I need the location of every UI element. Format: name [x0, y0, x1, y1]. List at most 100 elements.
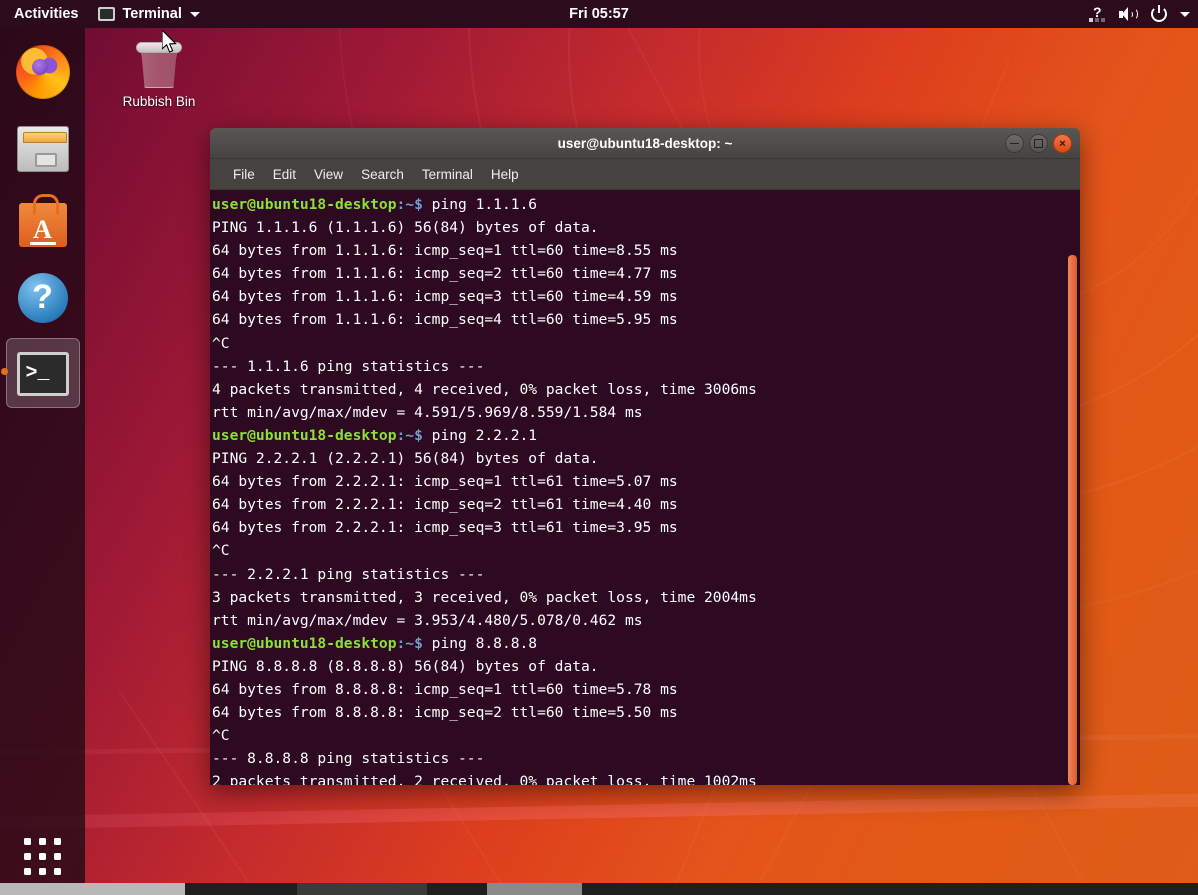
terminal-line: PING 1.1.1.6 (1.1.1.6) 56(84) bytes of d…	[212, 216, 1065, 239]
chevron-down-icon	[1180, 12, 1190, 17]
terminal-line: 2 packets transmitted, 2 received, 0% pa…	[212, 770, 1065, 785]
terminal-command: ping 8.8.8.8	[423, 635, 537, 652]
network-icon: ?	[1089, 7, 1106, 22]
desktop: Activities Terminal Fri 05:57 ?	[0, 0, 1198, 895]
terminal-prompt-path: :~$	[397, 427, 423, 444]
dock-item-list: A ? >_	[0, 28, 85, 409]
terminal-line: 64 bytes from 1.1.1.6: icmp_seq=4 ttl=60…	[212, 308, 1065, 331]
close-button[interactable]: ×	[1053, 134, 1072, 153]
menu-help[interactable]: Help	[482, 164, 528, 185]
volume-icon	[1119, 7, 1138, 22]
terminal-output-text: ^C	[212, 542, 230, 559]
terminal-line: user@ubuntu18-desktop:~$ ping 1.1.1.6	[212, 193, 1065, 216]
terminal-prompt-user: user@ubuntu18-desktop	[212, 427, 397, 444]
terminal-body: user@ubuntu18-desktop:~$ ping 1.1.1.6PIN…	[210, 190, 1080, 785]
terminal-line: PING 8.8.8.8 (8.8.8.8) 56(84) bytes of d…	[212, 655, 1065, 678]
terminal-output-text: 64 bytes from 2.2.2.1: icmp_seq=3 ttl=61…	[212, 519, 678, 536]
terminal-icon: >_	[17, 352, 69, 396]
terminal-line: 3 packets transmitted, 3 received, 0% pa…	[212, 586, 1065, 609]
rubbish-bin-label: Rubbish Bin	[113, 94, 205, 109]
files-icon	[17, 126, 69, 172]
desktop-icon-rubbish-bin[interactable]: Rubbish Bin	[113, 32, 205, 109]
window-controls: ×	[1005, 134, 1072, 153]
terminal-output-text: 64 bytes from 1.1.1.6: icmp_seq=3 ttl=60…	[212, 288, 678, 305]
window-titlebar[interactable]: user@ubuntu18-desktop: ~ ×	[210, 128, 1080, 159]
dock-item-terminal[interactable]: >_	[0, 334, 85, 409]
terminal-output-text: 64 bytes from 8.8.8.8: icmp_seq=2 ttl=60…	[212, 704, 678, 721]
dock-item-firefox[interactable]	[0, 34, 85, 109]
terminal-line: 64 bytes from 8.8.8.8: icmp_seq=2 ttl=60…	[212, 701, 1065, 724]
activities-label: Activities	[14, 6, 78, 22]
minimize-button[interactable]	[1005, 134, 1024, 153]
chevron-down-icon	[190, 12, 200, 17]
terminal-output-text: PING 8.8.8.8 (8.8.8.8) 56(84) bytes of d…	[212, 658, 599, 675]
terminal-output-text: 64 bytes from 1.1.1.6: icmp_seq=2 ttl=60…	[212, 265, 678, 282]
terminal-prompt-user: user@ubuntu18-desktop	[212, 635, 397, 652]
terminal-command: ping 1.1.1.6	[423, 196, 537, 213]
menu-terminal[interactable]: Terminal	[413, 164, 482, 185]
firefox-icon	[16, 45, 70, 99]
dock: A ? >_	[0, 28, 85, 895]
terminal-window: user@ubuntu18-desktop: ~ × File Edit Vie…	[210, 128, 1080, 785]
app-menu-label: Terminal	[122, 6, 181, 22]
terminal-line: user@ubuntu18-desktop:~$ ping 2.2.2.1	[212, 424, 1065, 447]
terminal-line: --- 2.2.2.1 ping statistics ---	[212, 563, 1065, 586]
system-indicators[interactable]: ?	[1089, 0, 1190, 28]
terminal-line: 4 packets transmitted, 4 received, 0% pa…	[212, 378, 1065, 401]
activities-button[interactable]: Activities	[0, 0, 90, 28]
help-icon: ?	[18, 273, 68, 323]
terminal-line: --- 8.8.8.8 ping statistics ---	[212, 747, 1065, 770]
terminal-output-text: rtt min/avg/max/mdev = 3.953/4.480/5.078…	[212, 612, 643, 629]
terminal-line: ^C	[212, 724, 1065, 747]
terminal-output-text: PING 1.1.1.6 (1.1.1.6) 56(84) bytes of d…	[212, 219, 599, 236]
terminal-prompt-path: :~$	[397, 196, 423, 213]
terminal-output-text: 64 bytes from 8.8.8.8: icmp_seq=1 ttl=60…	[212, 681, 678, 698]
terminal-scrollbar[interactable]	[1065, 190, 1080, 785]
dock-item-files[interactable]	[0, 109, 85, 184]
terminal-output-text: ^C	[212, 727, 230, 744]
app-menu-button[interactable]: Terminal	[90, 0, 207, 28]
terminal-scrollbar-thumb[interactable]	[1068, 255, 1077, 785]
window-menubar: File Edit View Search Terminal Help	[210, 159, 1080, 190]
terminal-command: ping 2.2.2.1	[423, 427, 537, 444]
terminal-prompt-path: :~$	[397, 635, 423, 652]
terminal-line: --- 1.1.1.6 ping statistics ---	[212, 355, 1065, 378]
terminal-line: 64 bytes from 2.2.2.1: icmp_seq=3 ttl=61…	[212, 516, 1065, 539]
terminal-output-text: 4 packets transmitted, 4 received, 0% pa…	[212, 381, 757, 398]
menu-file[interactable]: File	[224, 164, 264, 185]
ubuntu-software-icon: A	[19, 203, 67, 247]
terminal-output-text: 2 packets transmitted, 2 received, 0% pa…	[212, 773, 757, 785]
terminal-line: user@ubuntu18-desktop:~$ ping 8.8.8.8	[212, 632, 1065, 655]
clock-label: Fri 05:57	[569, 6, 629, 22]
dock-item-help[interactable]: ?	[0, 259, 85, 334]
terminal-output-text: 64 bytes from 1.1.1.6: icmp_seq=4 ttl=60…	[212, 311, 678, 328]
menu-view[interactable]: View	[305, 164, 352, 185]
terminal-output-text: 64 bytes from 1.1.1.6: icmp_seq=1 ttl=60…	[212, 242, 678, 259]
show-applications-button[interactable]	[0, 825, 85, 887]
terminal-output-text: --- 2.2.2.1 ping statistics ---	[212, 566, 484, 583]
terminal-line: 64 bytes from 2.2.2.1: icmp_seq=2 ttl=61…	[212, 493, 1065, 516]
terminal-output[interactable]: user@ubuntu18-desktop:~$ ping 1.1.1.6PIN…	[210, 190, 1065, 785]
terminal-icon	[98, 7, 115, 21]
maximize-button[interactable]	[1029, 134, 1048, 153]
terminal-line: rtt min/avg/max/mdev = 4.591/5.969/8.559…	[212, 401, 1065, 424]
dock-item-ubuntu-software[interactable]: A	[0, 184, 85, 259]
window-title: user@ubuntu18-desktop: ~	[558, 136, 733, 151]
terminal-prompt-user: user@ubuntu18-desktop	[212, 196, 397, 213]
terminal-output-text: --- 8.8.8.8 ping statistics ---	[212, 750, 484, 767]
rubbish-bin-icon	[135, 38, 183, 90]
terminal-line: 64 bytes from 1.1.1.6: icmp_seq=1 ttl=60…	[212, 239, 1065, 262]
terminal-line: 64 bytes from 1.1.1.6: icmp_seq=3 ttl=60…	[212, 285, 1065, 308]
terminal-output-text: 64 bytes from 2.2.2.1: icmp_seq=2 ttl=61…	[212, 496, 678, 513]
terminal-line: PING 2.2.2.1 (2.2.2.1) 56(84) bytes of d…	[212, 447, 1065, 470]
software-icon-letter: A	[19, 217, 67, 243]
menu-search[interactable]: Search	[352, 164, 413, 185]
menu-edit[interactable]: Edit	[264, 164, 305, 185]
terminal-output-text: 3 packets transmitted, 3 received, 0% pa…	[212, 589, 757, 606]
terminal-line: 64 bytes from 8.8.8.8: icmp_seq=1 ttl=60…	[212, 678, 1065, 701]
wallpaper-streak	[0, 792, 1198, 831]
top-bar: Activities Terminal Fri 05:57 ?	[0, 0, 1198, 28]
terminal-output-text: 64 bytes from 2.2.2.1: icmp_seq=1 ttl=61…	[212, 473, 678, 490]
terminal-line: 64 bytes from 2.2.2.1: icmp_seq=1 ttl=61…	[212, 470, 1065, 493]
terminal-line: ^C	[212, 539, 1065, 562]
